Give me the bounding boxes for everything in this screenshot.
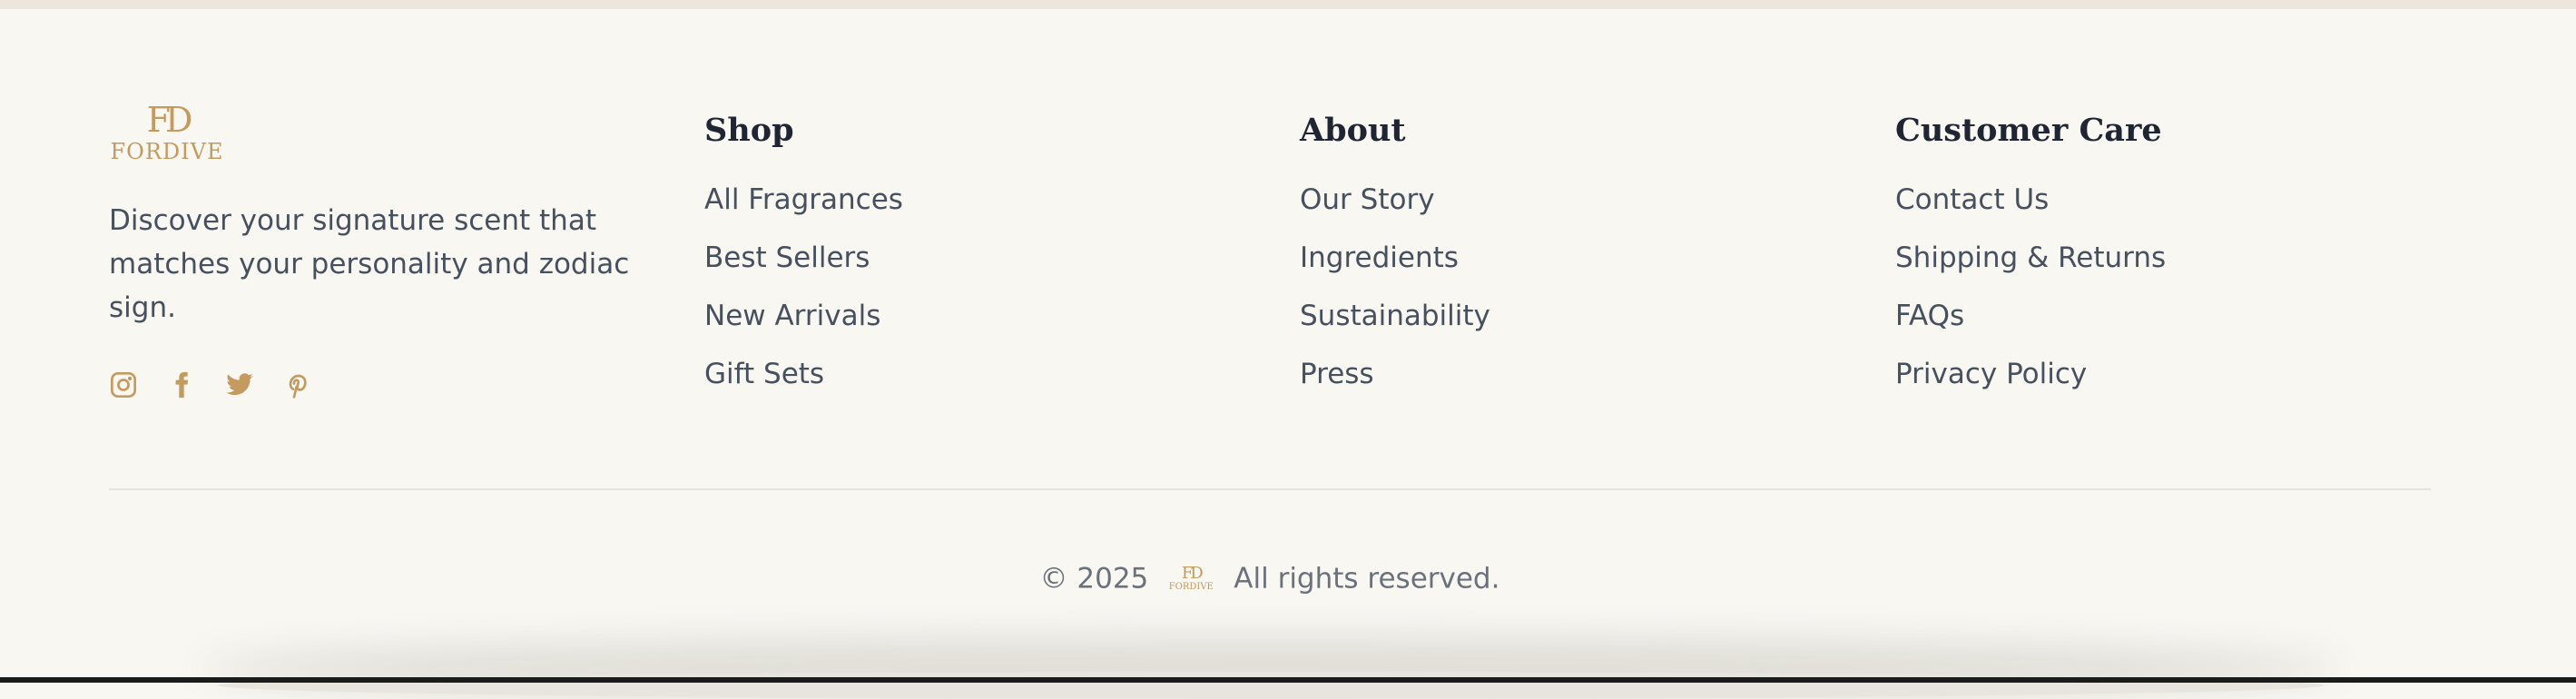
link-best-sellers[interactable]: Best Sellers	[704, 241, 870, 274]
about-column: About Our Story Ingredients Sustainabili…	[1300, 102, 1490, 403]
footer-divider	[109, 488, 2431, 490]
link-shipping-returns[interactable]: Shipping & Returns	[1895, 241, 2166, 274]
top-border	[0, 0, 2576, 9]
shop-heading: Shop	[704, 112, 794, 149]
copyright-bar: © 2025 FD FORDIVE All rights reserved.	[0, 545, 2540, 612]
link-press[interactable]: Press	[1300, 358, 1374, 390]
link-all-fragrances[interactable]: All Fragrances	[704, 183, 903, 216]
brand-column: FD FORDIVE Discover your signature scent…	[109, 102, 654, 330]
footer-logo[interactable]: FD FORDIVE	[109, 102, 225, 164]
twitter-icon[interactable]	[225, 370, 254, 399]
link-our-story[interactable]: Our Story	[1300, 183, 1435, 216]
shop-column: Shop All Fragrances Best Sellers New Arr…	[704, 102, 903, 403]
about-links: Our Story Ingredients Sustainability Pre…	[1300, 171, 1490, 403]
link-gift-sets[interactable]: Gift Sets	[704, 358, 824, 390]
logo-wordmark: FORDIVE	[110, 139, 224, 164]
copyright-logo: FD FORDIVE	[1168, 563, 1214, 593]
customer-care-column: Customer Care Contact Us Shipping & Retu…	[1895, 102, 2166, 403]
logo-mark: FD	[146, 100, 193, 140]
link-contact-us[interactable]: Contact Us	[1895, 183, 2049, 216]
link-privacy-policy[interactable]: Privacy Policy	[1895, 358, 2087, 390]
copyright-year: © 2025	[1039, 562, 1149, 596]
customer-care-heading: Customer Care	[1895, 112, 2162, 149]
about-heading: About	[1300, 112, 1406, 149]
bottom-edge	[0, 677, 2576, 683]
shop-links: All Fragrances Best Sellers New Arrivals…	[704, 171, 903, 403]
link-sustainability[interactable]: Sustainability	[1300, 300, 1490, 332]
bottom-shadow	[218, 672, 2324, 699]
instagram-icon[interactable]	[109, 370, 138, 399]
mini-logo-mark: FD	[1181, 563, 1204, 583]
site-footer: FD FORDIVE Discover your signature scent…	[0, 9, 2576, 699]
social-links	[109, 370, 312, 399]
pinterest-icon[interactable]	[283, 370, 312, 399]
mini-logo-wordmark: FORDIVE	[1168, 581, 1214, 592]
copyright-rights: All rights reserved.	[1234, 562, 1500, 596]
brand-tagline: Discover your signature scent that match…	[109, 204, 630, 324]
facebook-icon[interactable]	[167, 370, 196, 399]
link-new-arrivals[interactable]: New Arrivals	[704, 300, 880, 332]
customer-care-links: Contact Us Shipping & Returns FAQs Priva…	[1895, 171, 2166, 403]
link-faqs[interactable]: FAQs	[1895, 300, 1964, 332]
link-ingredients[interactable]: Ingredients	[1300, 241, 1459, 274]
